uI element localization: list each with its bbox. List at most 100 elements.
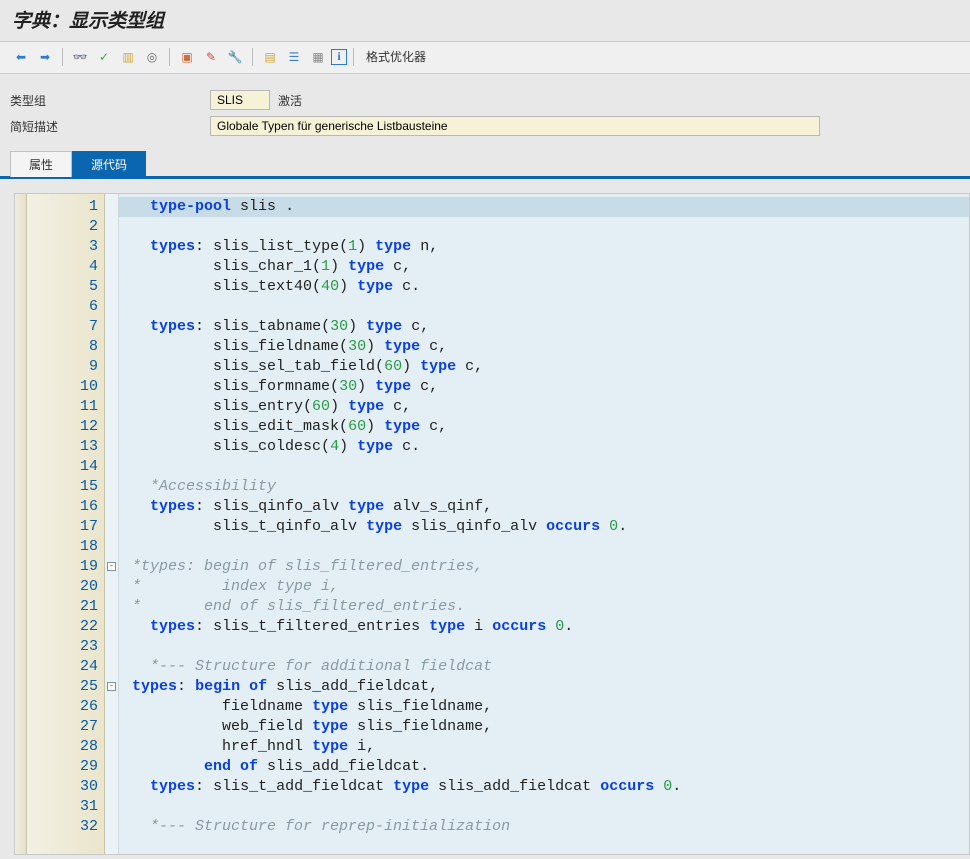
code-line[interactable]: *--- Structure for additional fieldcat — [123, 657, 969, 677]
code-line[interactable]: end of slis_add_fieldcat. — [123, 757, 969, 777]
line-number: 3 — [27, 237, 98, 257]
code-line[interactable]: * index type i, — [123, 577, 969, 597]
code-line[interactable]: slis_text40(40) type c. — [123, 277, 969, 297]
code-line[interactable]: slis_entry(60) type c, — [123, 397, 969, 417]
line-number: 18 — [27, 537, 98, 557]
pretty-printer-button[interactable]: 格式优化器 — [360, 46, 432, 67]
fold-toggle-icon[interactable]: - — [107, 682, 116, 691]
line-number: 23 — [27, 637, 98, 657]
code-line[interactable] — [123, 637, 969, 657]
code-line[interactable] — [123, 537, 969, 557]
tab-attributes[interactable]: 属性 — [10, 151, 72, 177]
code-line[interactable]: slis_char_1(1) type c, — [123, 257, 969, 277]
back-icon[interactable]: ⬅ — [10, 47, 32, 67]
line-number: 9 — [27, 357, 98, 377]
line-number: 4 — [27, 257, 98, 277]
code-editor[interactable]: 1234567891011121314151617181920212223242… — [14, 193, 970, 855]
line-number: 31 — [27, 797, 98, 817]
line-number: 7 — [27, 317, 98, 337]
code-line[interactable]: types: begin of slis_add_fieldcat, — [123, 677, 969, 697]
line-number: 24 — [27, 657, 98, 677]
graph-icon[interactable]: ☰ — [283, 47, 305, 67]
line-number: 28 — [27, 737, 98, 757]
line-number: 30 — [27, 777, 98, 797]
line-number: 2 — [27, 217, 98, 237]
line-number-gutter: 1234567891011121314151617181920212223242… — [27, 194, 105, 854]
code-line[interactable]: href_hndl type i, — [123, 737, 969, 757]
form-area: 类型组 SLIS 激活 简短描述 Globale Typen für gener… — [0, 74, 970, 144]
line-number: 6 — [27, 297, 98, 317]
line-number: 12 — [27, 417, 98, 437]
line-number: 15 — [27, 477, 98, 497]
line-number: 14 — [27, 457, 98, 477]
title-bar: 字典：显示类型组 — [0, 0, 970, 42]
editor-margin — [15, 194, 27, 854]
code-line[interactable]: slis_sel_tab_field(60) type c, — [123, 357, 969, 377]
wrench-icon[interactable]: 🔧 — [224, 47, 246, 67]
line-number: 10 — [27, 377, 98, 397]
info-icon[interactable]: i — [331, 49, 347, 65]
separator — [353, 48, 354, 66]
short-desc-value: Globale Typen für generische Listbaustei… — [210, 116, 820, 136]
separator — [169, 48, 170, 66]
display-icon[interactable]: 👓 — [69, 47, 91, 67]
separator — [252, 48, 253, 66]
tab-strip: 属性 源代码 — [0, 150, 970, 179]
line-number: 5 — [27, 277, 98, 297]
code-area[interactable]: type-pool slis . types: slis_list_type(1… — [119, 194, 969, 854]
line-number: 26 — [27, 697, 98, 717]
code-line[interactable]: web_field type slis_fieldname, — [123, 717, 969, 737]
code-line[interactable] — [123, 297, 969, 317]
tab-source-code[interactable]: 源代码 — [72, 151, 146, 177]
toolbar: ⬅ ➡ 👓 ✓ ▥ ◎ ▣ ✎ 🔧 ▤ ☰ ▦ i 格式优化器 — [0, 42, 970, 74]
code-line[interactable]: * end of slis_filtered_entries. — [123, 597, 969, 617]
grid-icon[interactable]: ▦ — [307, 47, 329, 67]
other-object-icon[interactable]: ▥ — [117, 47, 139, 67]
code-line[interactable]: types: slis_qinfo_alv type alv_s_qinf, — [123, 497, 969, 517]
line-number: 19 — [27, 557, 98, 577]
line-number: 21 — [27, 597, 98, 617]
line-number: 8 — [27, 337, 98, 357]
code-line[interactable]: *Accessibility — [123, 477, 969, 497]
line-number: 29 — [27, 757, 98, 777]
line-number: 25 — [27, 677, 98, 697]
code-line[interactable]: fieldname type slis_fieldname, — [123, 697, 969, 717]
code-line[interactable]: slis_fieldname(30) type c, — [123, 337, 969, 357]
check-icon[interactable]: ✓ — [93, 47, 115, 67]
line-number: 1 — [27, 197, 98, 217]
type-group-label: 类型组 — [10, 92, 210, 109]
line-number: 20 — [27, 577, 98, 597]
line-number: 27 — [27, 717, 98, 737]
line-number: 17 — [27, 517, 98, 537]
wand-icon[interactable]: ✎ — [200, 47, 222, 67]
line-number: 22 — [27, 617, 98, 637]
code-line[interactable]: type-pool slis . — [119, 197, 969, 217]
spiral-icon[interactable]: ◎ — [141, 47, 163, 67]
code-line[interactable]: slis_t_qinfo_alv type slis_qinfo_alv occ… — [123, 517, 969, 537]
status-text: 激活 — [278, 92, 302, 109]
code-line[interactable]: types: slis_t_filtered_entries type i oc… — [123, 617, 969, 637]
page-title: 字典：显示类型组 — [12, 11, 164, 32]
code-line[interactable]: types: slis_tabname(30) type c, — [123, 317, 969, 337]
type-group-value: SLIS — [210, 90, 270, 110]
line-number: 13 — [27, 437, 98, 457]
tree-icon[interactable]: ▣ — [176, 47, 198, 67]
short-desc-label: 简短描述 — [10, 118, 210, 135]
forward-icon[interactable]: ➡ — [34, 47, 56, 67]
code-line[interactable]: types: slis_t_add_fieldcat type slis_add… — [123, 777, 969, 797]
code-line[interactable]: *--- Structure for reprep-initialization — [123, 817, 969, 837]
code-line[interactable] — [123, 217, 969, 237]
code-line[interactable] — [123, 457, 969, 477]
line-number: 11 — [27, 397, 98, 417]
line-number: 32 — [27, 817, 98, 837]
code-line[interactable]: *types: begin of slis_filtered_entries, — [123, 557, 969, 577]
code-line[interactable]: slis_coldesc(4) type c. — [123, 437, 969, 457]
code-line[interactable]: types: slis_list_type(1) type n, — [123, 237, 969, 257]
code-line[interactable]: slis_edit_mask(60) type c, — [123, 417, 969, 437]
hierarchy-icon[interactable]: ▤ — [259, 47, 281, 67]
code-line[interactable]: slis_formname(30) type c, — [123, 377, 969, 397]
fold-toggle-icon[interactable]: - — [107, 562, 116, 571]
code-line[interactable] — [123, 797, 969, 817]
fold-column: -- — [105, 194, 119, 854]
line-number: 16 — [27, 497, 98, 517]
